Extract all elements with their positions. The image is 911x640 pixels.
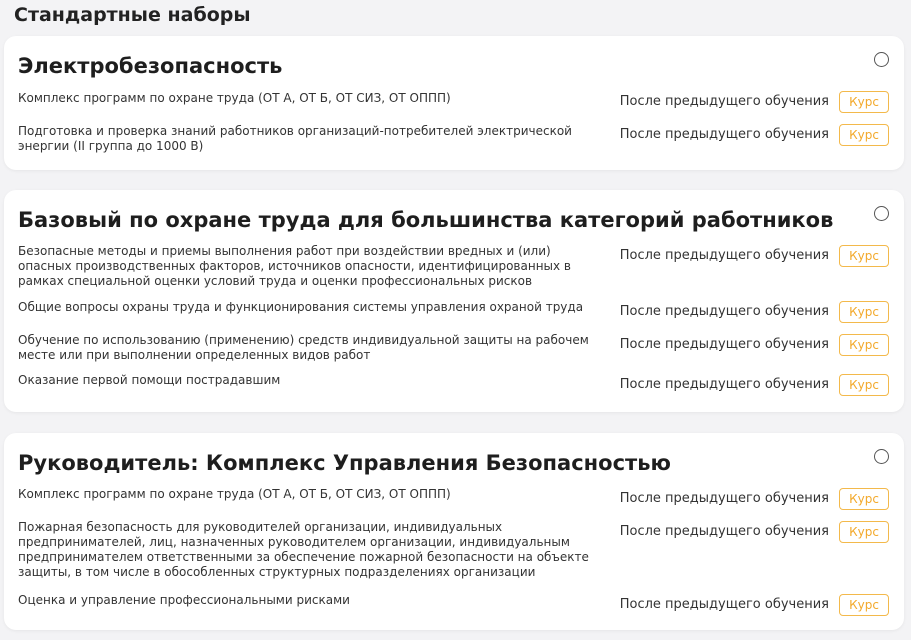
set-select-radio[interactable]	[874, 206, 889, 221]
set-select-radio[interactable]	[874, 449, 889, 464]
course-row: Подготовка и проверка знаний работников …	[4, 124, 904, 158]
schedule-label: После предыдущего обучения	[619, 524, 829, 539]
course-row: Оказание первой помощи пострадавшим Посл…	[4, 373, 904, 403]
set-card-electrical-safety: Электробезопасность Комплекс программ по…	[4, 36, 904, 170]
page-title: Стандартные наборы	[14, 4, 251, 26]
set-card-basic-labor-safety: Базовый по охране труда для большинства …	[4, 190, 904, 412]
course-button[interactable]: Курс	[839, 594, 889, 616]
course-name: Комплекс программ по охране труда (ОТ А,…	[18, 91, 451, 105]
course-button[interactable]: Курс	[839, 91, 889, 113]
course-button[interactable]: Курс	[839, 488, 889, 510]
schedule-label: После предыдущего обучения	[619, 337, 829, 352]
course-name: Пожарная безопасность для руководителей …	[18, 520, 589, 579]
schedule-label: После предыдущего обучения	[619, 491, 829, 506]
set-select-radio[interactable]	[874, 52, 889, 67]
course-row: Комплекс программ по охране труда (ОТ А,…	[4, 91, 904, 121]
set-title: Электробезопасность	[18, 54, 283, 78]
set-card-manager-safety-complex: Руководитель: Комплекс Управления Безопа…	[4, 433, 904, 630]
course-button[interactable]: Курс	[839, 374, 889, 396]
course-row: Обучение по использованию (применению) с…	[4, 333, 904, 365]
schedule-label: После предыдущего обучения	[619, 377, 829, 392]
course-row: Комплекс программ по охране труда (ОТ А,…	[4, 487, 904, 517]
course-name: Обучение по использованию (применению) с…	[18, 333, 589, 362]
course-button[interactable]: Курс	[839, 124, 889, 146]
schedule-label: После предыдущего обучения	[619, 248, 829, 263]
course-row: Пожарная безопасность для руководителей …	[4, 520, 904, 584]
course-name: Комплекс программ по охране труда (ОТ А,…	[18, 487, 451, 501]
set-title: Руководитель: Комплекс Управления Безопа…	[18, 451, 671, 475]
course-name: Безопасные методы и приемы выполнения ра…	[18, 244, 572, 288]
schedule-label: После предыдущего обучения	[619, 304, 829, 319]
schedule-label: После предыдущего обучения	[619, 597, 829, 612]
course-button[interactable]: Курс	[839, 301, 889, 323]
course-row: Общие вопросы охраны труда и функциониро…	[4, 300, 904, 326]
course-name: Подготовка и проверка знаний работников …	[18, 124, 572, 153]
course-button[interactable]: Курс	[839, 521, 889, 543]
set-title: Базовый по охране труда для большинства …	[18, 208, 834, 232]
course-button[interactable]: Курс	[839, 334, 889, 356]
course-row: Безопасные методы и приемы выполнения ра…	[4, 244, 904, 292]
schedule-label: После предыдущего обучения	[619, 94, 829, 109]
schedule-label: После предыдущего обучения	[619, 127, 829, 142]
course-button[interactable]: Курс	[839, 245, 889, 267]
course-row: Оценка и управление профессиональными ри…	[4, 593, 904, 623]
course-name: Общие вопросы охраны труда и функциониро…	[18, 300, 584, 314]
course-name: Оценка и управление профессиональными ри…	[18, 593, 350, 607]
course-name: Оказание первой помощи пострадавшим	[18, 373, 281, 387]
